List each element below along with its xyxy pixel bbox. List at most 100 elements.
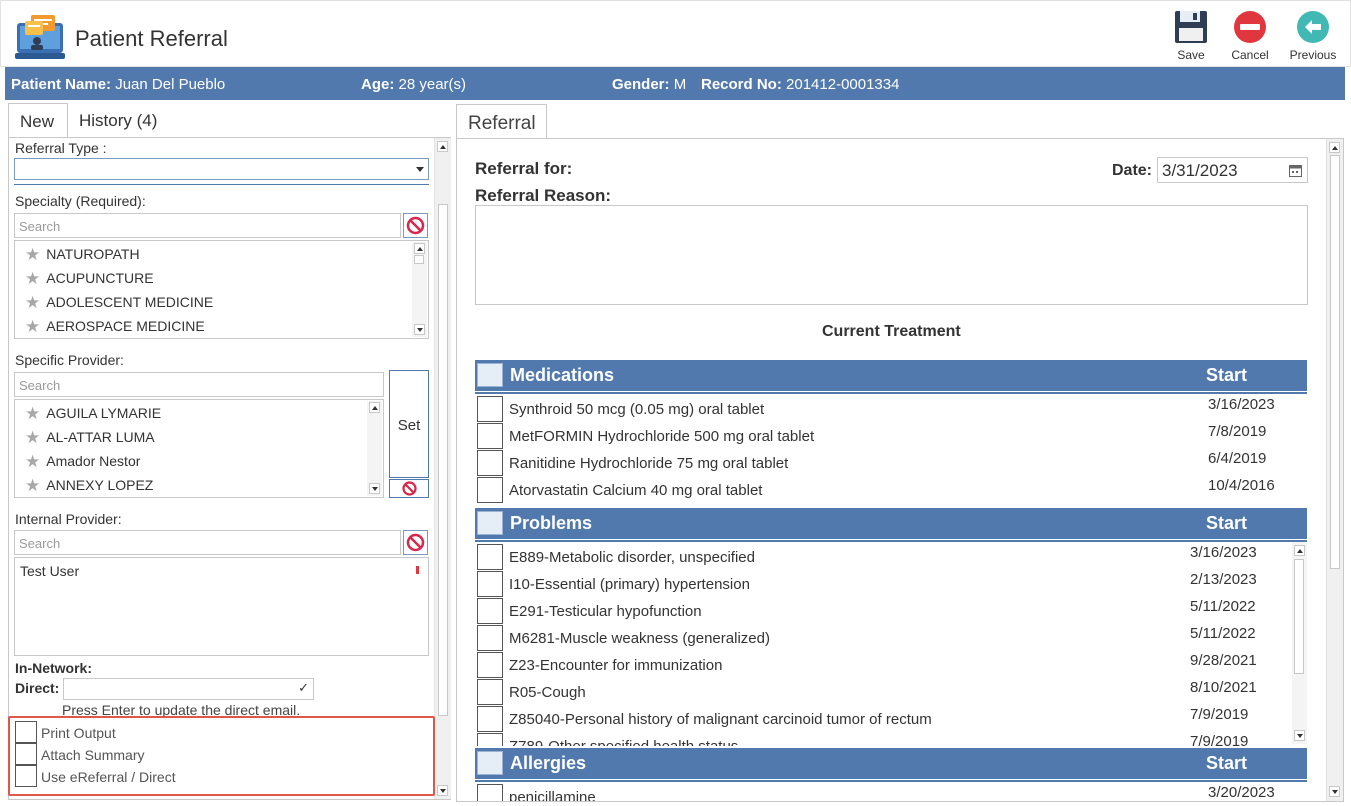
medication-name: Ranitidine Hydrochloride 75 mg oral tabl…: [509, 455, 789, 472]
star-icon[interactable]: ★: [25, 476, 40, 496]
star-icon[interactable]: ★: [25, 245, 40, 265]
problem-name: M6281-Muscle weakness (generalized): [509, 630, 770, 647]
specialty-search-input[interactable]: Search: [14, 213, 401, 238]
patient-gender: Gender: M: [612, 76, 687, 93]
list-item[interactable]: ★ AGUILA LYMARIE: [25, 404, 161, 424]
list-item[interactable]: ★ Amador Nestor: [25, 452, 140, 472]
problem-checkbox[interactable]: [477, 598, 503, 624]
star-icon[interactable]: ★: [25, 452, 40, 472]
cancel-button[interactable]: Cancel: [1222, 10, 1278, 64]
list-item[interactable]: ★ AEROSPACE MEDICINE: [25, 317, 205, 337]
problem-name: I10-Essential (primary) hypertension: [509, 576, 750, 593]
provider-list[interactable]: ★ AGUILA LYMARIE ★ AL-ATTAR LUMA ★ Amador N…: [14, 399, 384, 498]
direct-label: Direct:: [15, 680, 60, 696]
problem-name: R05-Cough: [509, 684, 586, 701]
medication-checkbox[interactable]: [477, 396, 503, 422]
checkmark-icon: ✓: [298, 680, 309, 695]
scroll-up-arrow[interactable]: [437, 141, 448, 152]
medication-checkbox[interactable]: [477, 477, 503, 503]
scroll-up-arrow[interactable]: [414, 243, 425, 254]
previous-button[interactable]: Previous: [1285, 10, 1341, 64]
problems-select-all-checkbox[interactable]: [477, 511, 503, 535]
scroll-up-arrow[interactable]: [369, 402, 380, 413]
problem-start: 8/10/2021: [1190, 679, 1257, 696]
list-item[interactable]: ★ ADOLESCENT MEDICINE: [25, 293, 213, 313]
problem-checkbox[interactable]: [477, 625, 503, 651]
problem-checkbox[interactable]: [477, 733, 503, 746]
date-input[interactable]: 3/31/2023: [1157, 157, 1308, 183]
scroll-thumb[interactable]: [438, 204, 448, 716]
problem-start: 7/9/2019: [1190, 706, 1249, 723]
star-icon[interactable]: ★: [25, 269, 40, 289]
title-bar: Patient Referral Save Cancel Previous: [0, 0, 1351, 67]
problems-header: Problems Start: [475, 508, 1307, 539]
internal-provider-search-input[interactable]: Search: [14, 530, 401, 555]
list-item[interactable]: ★ ANNEXY LOPEZ: [25, 476, 153, 496]
tab-new[interactable]: New: [8, 103, 68, 139]
internal-provider-list[interactable]: Test User: [14, 557, 429, 656]
allergies-select-all-checkbox[interactable]: [477, 751, 503, 775]
right-panel-scrollbar[interactable]: [1326, 139, 1343, 801]
clear-provider-button[interactable]: [389, 479, 429, 498]
internal-provider-label: Internal Provider:: [15, 511, 122, 527]
scroll-down-arrow[interactable]: [1294, 730, 1305, 741]
star-icon[interactable]: ★: [25, 404, 40, 424]
divider: [14, 184, 429, 185]
specialty-scrollbar[interactable]: [412, 242, 427, 337]
star-icon[interactable]: ★: [25, 293, 40, 313]
patient-info-bar: Patient Name: Juan Del Pueblo Age: 28 ye…: [5, 67, 1345, 100]
save-button[interactable]: Save: [1163, 10, 1219, 64]
start-column-header: Start: [1206, 513, 1248, 533]
clear-internal-provider-button[interactable]: [403, 530, 428, 555]
provider-search-input[interactable]: Search: [14, 372, 384, 397]
prohibited-icon: [402, 481, 417, 496]
problem-checkbox[interactable]: [477, 544, 503, 570]
patient-age: Age: 28 year(s): [361, 76, 467, 93]
problem-checkbox[interactable]: [477, 706, 503, 732]
scroll-thumb[interactable]: [1330, 155, 1340, 569]
referral-type-label: Referral Type :: [15, 140, 107, 156]
left-panel-scrollbar[interactable]: [434, 138, 451, 799]
scroll-down-arrow[interactable]: [369, 483, 380, 494]
list-item[interactable]: ★ AL-ATTAR LUMA: [25, 428, 155, 448]
medication-checkbox[interactable]: [477, 423, 503, 449]
problems-scrollbar[interactable]: [1292, 542, 1307, 744]
problem-checkbox[interactable]: [477, 679, 503, 705]
no-entry-icon: [1234, 11, 1266, 43]
tab-history[interactable]: History (4): [68, 103, 178, 138]
calendar-icon[interactable]: [1289, 164, 1302, 177]
provider-scrollbar[interactable]: [367, 401, 382, 496]
list-item[interactable]: ★ NATUROPATH: [25, 245, 140, 265]
allergy-checkbox[interactable]: [477, 784, 503, 801]
scroll-up-arrow[interactable]: [1329, 142, 1340, 153]
referral-type-select[interactable]: [14, 158, 429, 180]
medication-name: Atorvastatin Calcium 40 mg oral tablet: [509, 482, 763, 499]
patient-record: Record No: 201412-0001334: [701, 76, 900, 93]
medications-select-all-checkbox[interactable]: [477, 363, 503, 387]
current-treatment-heading: Current Treatment: [822, 323, 961, 340]
scroll-up-arrow[interactable]: [1294, 545, 1305, 556]
scroll-down-arrow[interactable]: [414, 324, 425, 335]
chevron-down-icon: [416, 167, 424, 172]
list-item[interactable]: ★ ACUPUNCTURE: [25, 269, 154, 289]
scroll-thumb[interactable]: [414, 255, 424, 264]
tab-referral[interactable]: Referral: [456, 104, 547, 139]
clear-specialty-button[interactable]: [403, 213, 428, 238]
status-marker: [416, 566, 419, 574]
list-item[interactable]: Test User: [20, 563, 79, 579]
star-icon[interactable]: ★: [25, 317, 40, 337]
back-arrow-icon: [1297, 11, 1329, 43]
problems-list[interactable]: E889-Metabolic disorder, unspecified 3/1…: [457, 542, 1307, 746]
star-icon[interactable]: ★: [25, 428, 40, 448]
scroll-down-arrow[interactable]: [437, 785, 448, 796]
set-provider-button[interactable]: Set: [389, 370, 429, 478]
direct-email-input[interactable]: ✓: [63, 678, 314, 700]
problem-checkbox[interactable]: [477, 571, 503, 597]
scroll-down-arrow[interactable]: [1329, 786, 1340, 797]
scroll-thumb[interactable]: [1294, 559, 1304, 674]
medication-name: Synthroid 50 mcg (0.05 mg) oral tablet: [509, 401, 765, 418]
specialty-list[interactable]: ★ NATUROPATH ★ ACUPUNCTURE ★ ADOLESCENT MED…: [14, 240, 429, 339]
medication-checkbox[interactable]: [477, 450, 503, 476]
problem-checkbox[interactable]: [477, 652, 503, 678]
referral-reason-textarea[interactable]: [475, 205, 1308, 305]
